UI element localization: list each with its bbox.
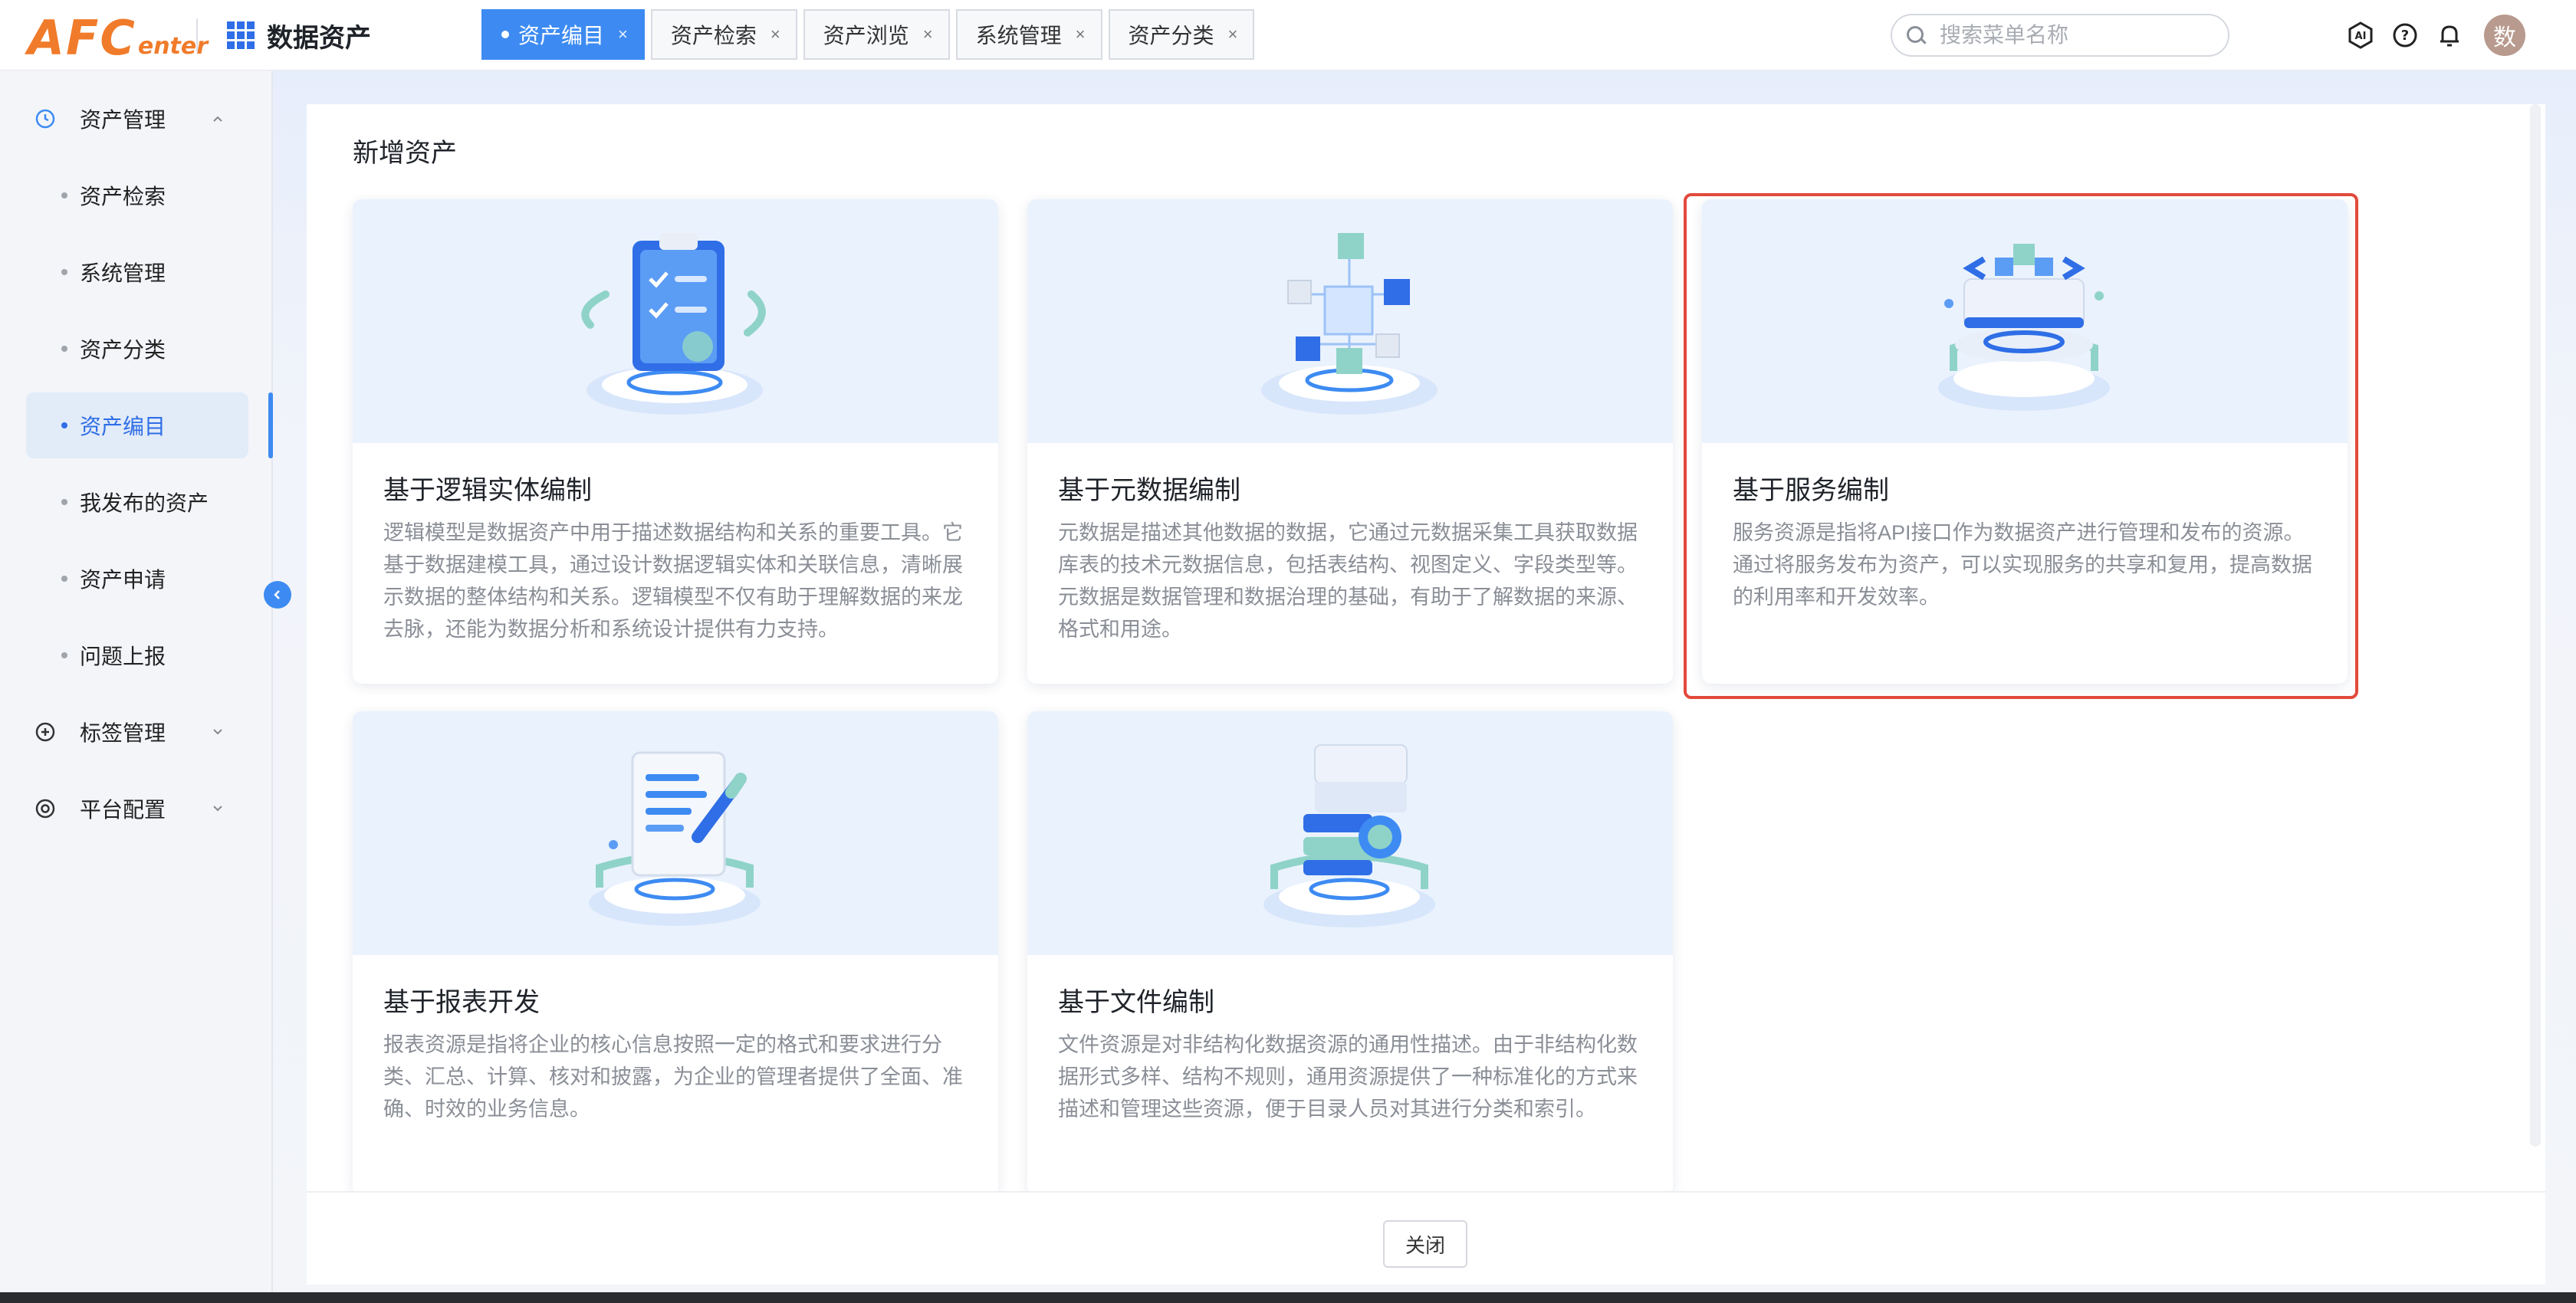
- sidebar-item-label: 资产检索: [80, 185, 166, 208]
- sidebar: 资产管理 资产检索 系统管理 资产分类 资产编目 我发布的资产 资产申请 问题上…: [0, 71, 273, 1300]
- window-bottom-edge: [0, 1292, 2576, 1303]
- bullet-icon: [61, 346, 67, 352]
- tab-asset-browse[interactable]: 资产浏览 ×: [803, 9, 950, 60]
- app-title: 数据资产: [267, 23, 371, 53]
- ai-assistant-icon[interactable]: AI: [2346, 21, 2375, 50]
- header-actions: AI ? 数: [2346, 15, 2525, 56]
- bullet-icon: [61, 192, 67, 199]
- search-icon: [1906, 25, 1926, 45]
- card-description: 文件资源是对非结构化数据资源的通用性描述。由于非结构化数据形式多样、结构不规则，…: [1058, 1033, 1638, 1121]
- chevron-up-icon[interactable]: [212, 113, 224, 125]
- sidebar-item-label: 系统管理: [80, 261, 166, 285]
- report-pen-icon: [589, 751, 761, 926]
- apps-grid-icon[interactable]: [227, 21, 255, 49]
- clipboard-check-icon: [581, 233, 766, 415]
- target-icon: [35, 799, 55, 819]
- card-title: 基于报表开发: [383, 988, 540, 1017]
- logo-text-big: AFC: [28, 10, 136, 66]
- app-switcher[interactable]: 数据资产: [227, 17, 371, 54]
- card-description: 逻辑模型是数据资产中用于描述数据结构和关系的重要工具。它基于数据建模工具，通过设…: [383, 521, 963, 641]
- sidebar-item-asset-catalog[interactable]: 资产编目: [26, 392, 248, 458]
- svg-text:AI: AI: [2355, 31, 2367, 42]
- plus-circle-icon: [35, 722, 55, 742]
- sidebar-item-label: 资产申请: [80, 568, 166, 592]
- clock-icon: [35, 109, 55, 129]
- search-input[interactable]: [1940, 23, 2216, 48]
- tab-label: 资产分类: [1128, 24, 1214, 48]
- file-server-icon: [1263, 744, 1435, 927]
- card-title: 基于元数据编制: [1058, 476, 1240, 505]
- sidebar-item-asset-application[interactable]: 资产申请: [26, 546, 248, 612]
- dialog-scrollbar[interactable]: [2530, 104, 2541, 1147]
- dialog-title: 新增资产: [353, 139, 457, 168]
- card-illustration: [353, 199, 998, 443]
- bullet-icon: [61, 576, 67, 582]
- sidebar-item-issue-report[interactable]: 问题上报: [26, 622, 248, 688]
- add-asset-dialog: 新增资产 基于逻辑实体编制 逻辑模型是数据资产中用于描述数据结构和关系的重要工具…: [307, 104, 2545, 1285]
- card-illustration: [1027, 199, 1673, 443]
- active-dot-icon: [501, 31, 509, 38]
- top-header: AFC enter 数据资产 资产编目 × 资产检索 × 资产浏览 × 系统管理…: [0, 0, 2576, 71]
- card-illustration: [1027, 711, 1673, 955]
- notification-bell-icon[interactable]: [2435, 21, 2464, 50]
- tab-close-icon[interactable]: ×: [1076, 25, 1086, 44]
- svg-text:?: ?: [2401, 28, 2409, 44]
- sidebar-item-label: 我发布的资产: [80, 491, 209, 515]
- card-title: 基于文件编制: [1058, 988, 1214, 1017]
- card-logical-entity[interactable]: 基于逻辑实体编制 逻辑模型是数据资产中用于描述数据结构和关系的重要工具。它基于数…: [353, 199, 998, 684]
- user-avatar[interactable]: 数: [2484, 15, 2525, 56]
- bullet-icon: [61, 269, 67, 275]
- chevron-down-icon[interactable]: [212, 726, 224, 738]
- selected-card-outline: [1684, 193, 2358, 699]
- sidebar-group-label: 平台配置: [80, 798, 166, 822]
- sidebar-group-platform-config[interactable]: 平台配置: [0, 786, 271, 832]
- sidebar-group-label: 标签管理: [80, 721, 166, 745]
- close-button[interactable]: 关闭: [1383, 1220, 1467, 1268]
- tab-label: 资产编目: [518, 24, 605, 48]
- chevron-down-icon[interactable]: [212, 802, 224, 815]
- sidebar-collapse-button[interactable]: [264, 581, 291, 609]
- help-icon[interactable]: ?: [2390, 21, 2420, 50]
- card-report[interactable]: 基于报表开发 报表资源是指将企业的核心信息按照一定的格式和要求进行分类、汇总、计…: [353, 711, 998, 1196]
- tab-system-management[interactable]: 系统管理 ×: [955, 9, 1102, 60]
- cubes-network-icon: [1261, 233, 1438, 415]
- card-illustration: [353, 711, 998, 955]
- bullet-icon: [61, 422, 67, 428]
- dialog-footer: 关闭: [307, 1191, 2545, 1285]
- sidebar-item-label: 资产分类: [80, 338, 166, 362]
- card-description: 元数据是描述其他数据的数据，它通过元数据采集工具获取数据库表的技术元数据信息，包…: [1058, 521, 1638, 641]
- sidebar-group-asset-management[interactable]: 资产管理: [0, 96, 271, 142]
- sidebar-item-label: 资产编目: [80, 415, 166, 438]
- sidebar-item-label: 问题上报: [80, 645, 166, 668]
- card-file[interactable]: 基于文件编制 文件资源是对非结构化数据资源的通用性描述。由于非结构化数据形式多样…: [1027, 711, 1673, 1196]
- tab-label: 资产检索: [670, 24, 757, 48]
- tab-asset-catalog[interactable]: 资产编目 ×: [481, 9, 645, 60]
- sidebar-item-asset-search[interactable]: 资产检索: [26, 162, 248, 228]
- tab-label: 资产浏览: [823, 24, 909, 48]
- afc-logo[interactable]: AFC enter: [28, 8, 208, 63]
- bullet-icon: [61, 652, 67, 658]
- sidebar-group-tag-management[interactable]: 标签管理: [0, 709, 271, 755]
- card-metadata[interactable]: 基于元数据编制 元数据是描述其他数据的数据，它通过元数据采集工具获取数据库表的技…: [1027, 199, 1673, 684]
- tab-close-icon[interactable]: ×: [770, 25, 780, 44]
- tab-close-icon[interactable]: ×: [1228, 25, 1238, 44]
- chevron-left-icon: [274, 590, 280, 599]
- sidebar-item-system-management[interactable]: 系统管理: [26, 239, 248, 305]
- sidebar-item-my-published-assets[interactable]: 我发布的资产: [26, 469, 248, 535]
- tab-asset-category[interactable]: 资产分类 ×: [1108, 9, 1255, 60]
- tab-close-icon[interactable]: ×: [618, 25, 628, 44]
- menu-search[interactable]: [1891, 14, 2229, 57]
- bullet-icon: [61, 499, 67, 505]
- header-divider: [196, 18, 198, 52]
- sidebar-group-label: 资产管理: [80, 108, 166, 132]
- page-tabs: 资产编目 × 资产检索 × 资产浏览 × 系统管理 × 资产分类 ×: [481, 9, 1260, 60]
- sidebar-item-asset-category[interactable]: 资产分类: [26, 316, 248, 382]
- tab-label: 系统管理: [975, 24, 1062, 48]
- tab-asset-search[interactable]: 资产检索 ×: [650, 9, 797, 60]
- card-title: 基于逻辑实体编制: [383, 476, 592, 505]
- card-description: 报表资源是指将企业的核心信息按照一定的格式和要求进行分类、汇总、计算、核对和披露…: [383, 1033, 963, 1121]
- tab-close-icon[interactable]: ×: [923, 25, 933, 44]
